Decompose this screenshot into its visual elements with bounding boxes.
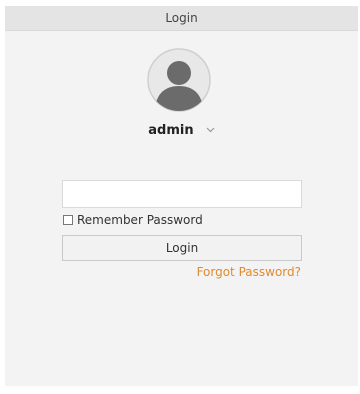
remember-password-checkbox[interactable]: Remember Password [63, 213, 203, 227]
checkbox[interactable] [63, 215, 73, 225]
dialog-title: Login [5, 6, 358, 31]
username-label: admin [148, 123, 194, 138]
user-selector[interactable]: admin [5, 122, 358, 138]
chevron-down-icon[interactable] [206, 122, 215, 137]
login-button[interactable]: Login [62, 235, 302, 261]
forgot-password-link[interactable]: Forgot Password? [197, 265, 301, 279]
user-avatar-icon [137, 48, 221, 112]
login-dialog: Login admin Remember Password Login Forg… [5, 6, 358, 386]
remember-password-label: Remember Password [77, 213, 203, 227]
password-input[interactable] [62, 180, 302, 208]
